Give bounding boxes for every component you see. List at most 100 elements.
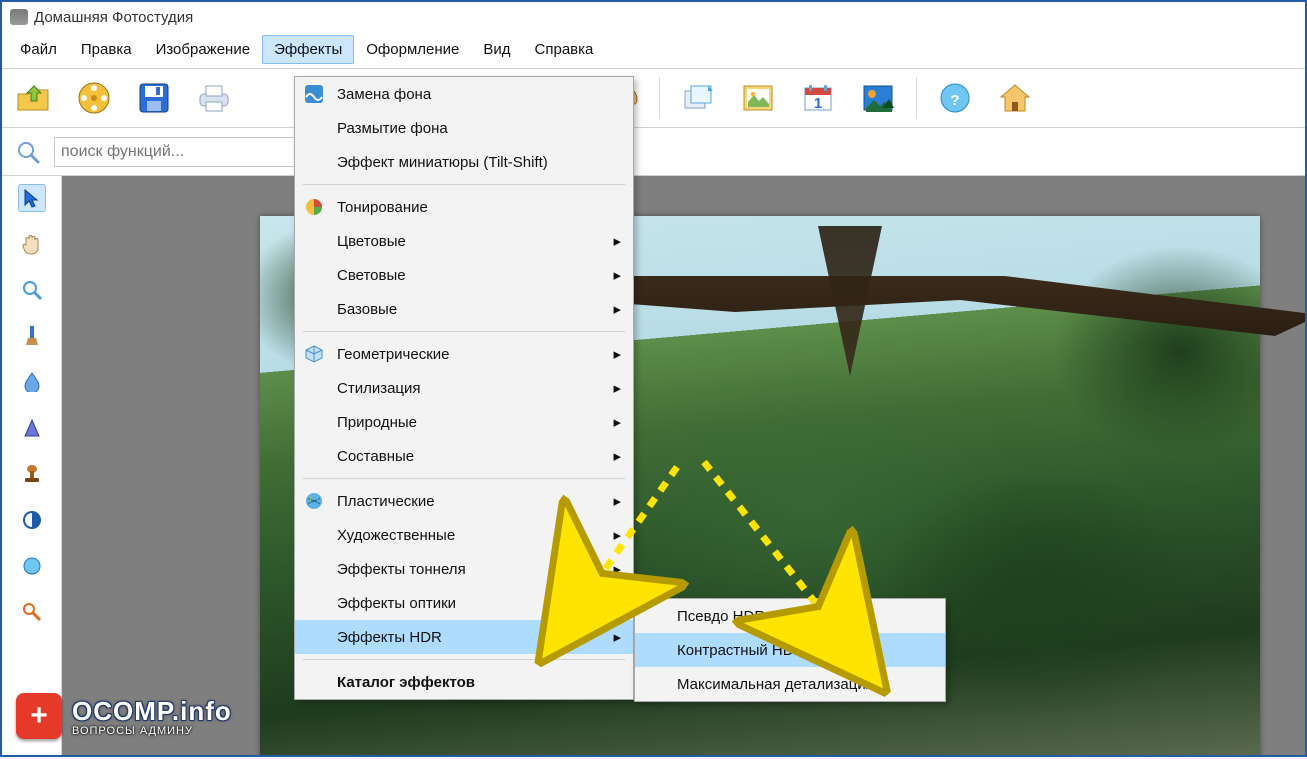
- submenu-item-pseudo-hdr[interactable]: Псевдо HDR: [635, 599, 945, 633]
- menu-item-plastic[interactable]: Пластические▸: [295, 484, 633, 518]
- menu-item-label: Тонирование: [337, 199, 428, 216]
- watermark-title: OCOMP.info: [72, 696, 232, 727]
- toolbar-separator: [659, 77, 660, 119]
- calendar-icon: 1: [802, 83, 834, 113]
- menu-item-replace-bg[interactable]: Замена фона: [295, 77, 633, 111]
- cube-icon: [305, 345, 323, 363]
- gallery-button[interactable]: [72, 76, 116, 120]
- menu-item-optics[interactable]: Эффекты оптики ▸: [295, 586, 633, 620]
- chevron-right-icon: ▸: [613, 232, 621, 250]
- menu-edit[interactable]: Правка: [69, 35, 144, 64]
- menu-item-color[interactable]: Цветовые ▸: [295, 224, 633, 258]
- home-icon: [998, 82, 1032, 114]
- wand-tool[interactable]: [18, 598, 46, 626]
- save-button[interactable]: [132, 76, 176, 120]
- menu-item-label: Природные: [337, 414, 417, 431]
- brush-tool[interactable]: [18, 322, 46, 350]
- layer-icon: [682, 83, 714, 113]
- app-icon: [10, 9, 28, 25]
- thumb-crop-button[interactable]: [676, 76, 720, 120]
- menu-item-blur-bg[interactable]: Размытие фона: [295, 111, 633, 145]
- chevron-right-icon: ▸: [613, 379, 621, 397]
- circle-tool[interactable]: [18, 552, 46, 580]
- menu-item-label: Световые: [337, 267, 406, 284]
- menu-item-label: Эффекты оптики: [337, 595, 456, 612]
- submenu-item-contrast-hdr[interactable]: Контрастный HDR: [635, 633, 945, 667]
- print-button[interactable]: [192, 76, 236, 120]
- titlebar: Домашняя Фотостудия: [2, 2, 1305, 32]
- menu-effects[interactable]: Эффекты: [262, 35, 354, 64]
- chevron-right-icon: ▸: [613, 266, 621, 284]
- home-button[interactable]: [993, 76, 1037, 120]
- menu-item-label: Эффекты HDR: [337, 629, 442, 646]
- chevron-right-icon: ▸: [613, 560, 621, 578]
- cone-icon: [23, 418, 41, 438]
- pointer-tool[interactable]: [18, 184, 46, 212]
- plus-icon: +: [16, 693, 62, 739]
- menu-item-label: Эффекты тоннеля: [337, 561, 466, 578]
- chevron-right-icon: ▸: [613, 345, 621, 363]
- menu-item-label: Псевдо HDR: [677, 608, 765, 625]
- watermark: + OCOMP.info ВОПРОСЫ АДМИНУ: [16, 693, 232, 739]
- contrast-tool[interactable]: [18, 506, 46, 534]
- side-toolbar: [2, 176, 62, 755]
- menu-item-geometric[interactable]: Геометрические▸: [295, 337, 633, 371]
- cone-tool[interactable]: [18, 414, 46, 442]
- help-button[interactable]: ?: [933, 76, 977, 120]
- picture-icon: [862, 84, 894, 112]
- svg-text:1: 1: [814, 95, 822, 112]
- menu-item-tilt-shift[interactable]: Эффект миниатюры (Tilt-Shift): [295, 145, 633, 179]
- zoom-tool[interactable]: [18, 276, 46, 304]
- menu-item-label: Базовые: [337, 301, 397, 318]
- chevron-right-icon: ▸: [613, 526, 621, 544]
- drop-tool[interactable]: [18, 368, 46, 396]
- chevron-right-icon: ▸: [613, 300, 621, 318]
- hdr-submenu: Псевдо HDR Контрастный HDR Максимальная …: [634, 598, 946, 702]
- menu-item-tunnel[interactable]: Эффекты тоннеля ▸: [295, 552, 633, 586]
- folder-open-icon: [16, 82, 52, 114]
- menu-item-label: Пластические: [337, 493, 435, 510]
- stamp-tool[interactable]: [18, 460, 46, 488]
- window-title: Домашняя Фотостудия: [34, 9, 193, 26]
- menu-view[interactable]: Вид: [471, 35, 522, 64]
- drop-icon: [24, 372, 40, 392]
- colorball-icon: [305, 198, 323, 216]
- menu-help[interactable]: Справка: [523, 35, 606, 64]
- chevron-right-icon: ▸: [613, 413, 621, 431]
- menu-item-label: Цветовые: [337, 233, 406, 250]
- wave-icon: [305, 85, 323, 103]
- circle-icon: [22, 556, 42, 576]
- menu-item-natural[interactable]: Природные ▸: [295, 405, 633, 439]
- menu-item-hdr[interactable]: Эффекты HDR▸: [295, 620, 633, 654]
- photo-icon: [742, 84, 774, 112]
- menu-decoration[interactable]: Оформление: [354, 35, 471, 64]
- brush-icon: [23, 325, 41, 347]
- menu-item-label: Стилизация: [337, 380, 421, 397]
- zoom-icon: [22, 280, 42, 300]
- frame-photo-button[interactable]: [736, 76, 780, 120]
- hand-icon: [21, 233, 43, 255]
- menu-file[interactable]: Файл: [8, 35, 69, 64]
- menu-item-label: Максимальная детализация: [677, 676, 874, 693]
- menu-item-artistic[interactable]: Художественные▸: [295, 518, 633, 552]
- printer-icon: [196, 82, 232, 114]
- chevron-right-icon: ▸: [613, 594, 621, 612]
- calendar-button[interactable]: 1: [796, 76, 840, 120]
- menu-item-catalog[interactable]: Каталог эффектов: [295, 665, 633, 699]
- menubar: Файл Правка Изображение Эффекты Оформлен…: [2, 32, 1305, 68]
- svg-text:?: ?: [950, 92, 959, 109]
- menu-item-stylization[interactable]: Стилизация ▸: [295, 371, 633, 405]
- hand-tool[interactable]: [18, 230, 46, 258]
- picture-button[interactable]: [856, 76, 900, 120]
- menu-item-label: Составные: [337, 448, 414, 465]
- floppy-icon: [137, 81, 171, 115]
- menu-item-basic[interactable]: Базовые ▸: [295, 292, 633, 326]
- pointer-icon: [23, 188, 41, 208]
- open-folder-button[interactable]: [12, 76, 56, 120]
- stamp-icon: [22, 464, 42, 484]
- menu-item-composite[interactable]: Составные▸: [295, 439, 633, 473]
- menu-item-light[interactable]: Световые ▸: [295, 258, 633, 292]
- submenu-item-max-detail[interactable]: Максимальная детализация: [635, 667, 945, 701]
- menu-image[interactable]: Изображение: [144, 35, 263, 64]
- menu-item-toning[interactable]: Тонирование: [295, 190, 633, 224]
